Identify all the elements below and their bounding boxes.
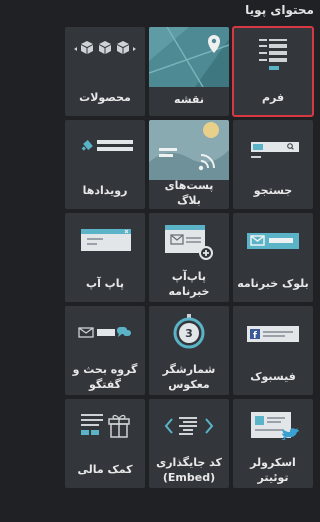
facebook-icon: f [233, 306, 313, 362]
tile-label: محصولات [79, 91, 131, 104]
tile-donation[interactable]: کمک مالی [65, 399, 145, 488]
tile-label: نقشه [174, 93, 204, 106]
tile-label: بلوک خبرنامه [237, 277, 309, 290]
tile-countdown[interactable]: 3 شمارشگر معکوس [149, 306, 229, 395]
twitter-scroller-icon [233, 399, 313, 455]
tile-popup[interactable]: پاپ آپ [65, 213, 145, 302]
tile-discussion[interactable]: گروه بحث و گفتگو [65, 306, 145, 395]
embed-code-icon [149, 399, 229, 455]
tile-newsletter-block[interactable]: بلوک خبرنامه [233, 213, 313, 302]
map-icon [149, 27, 229, 87]
tile-label: شمارشگر معکوس [162, 362, 216, 391]
tile-label: کد جایگذاری (Embed) [156, 455, 222, 484]
blog-posts-icon [149, 120, 229, 180]
tile-label: رویدادها [82, 184, 128, 197]
tile-twitter-scroller[interactable]: اسکرولر توئیتر [233, 399, 313, 488]
countdown-digit: 3 [185, 327, 193, 340]
newsletter-block-icon [233, 213, 313, 269]
tile-label: جستجو [253, 184, 293, 197]
tile-facebook[interactable]: f فیسبوک [233, 306, 313, 395]
tile-label: پاپ‌آپ خبرنامه [168, 269, 210, 298]
donation-icon [65, 399, 145, 455]
discussion-icon [65, 306, 145, 362]
newsletter-popup-icon [149, 213, 229, 269]
products-icon [65, 27, 145, 83]
svg-text:f: f [253, 331, 257, 341]
popup-icon [65, 213, 145, 269]
tile-label: فیسبوک [250, 370, 296, 383]
tile-form[interactable]: فرم [232, 26, 314, 117]
tile-products[interactable]: محصولات [65, 27, 145, 116]
countdown-icon: 3 [149, 306, 229, 362]
form-icon [233, 27, 313, 83]
tile-label: پست‌های بلاگ [164, 178, 214, 207]
tile-search[interactable]: جستجو [233, 120, 313, 209]
tile-label: کمک مالی [77, 463, 133, 476]
tile-newsletter-popup[interactable]: پاپ‌آپ خبرنامه [149, 213, 229, 302]
panel-title: محتوای پویا [245, 3, 314, 17]
tile-label: پاپ آپ [86, 277, 124, 290]
tile-label: اسکرولر توئیتر [250, 455, 296, 484]
dynamic-content-panel: محتوای پویا فرم [60, 0, 320, 522]
search-icon [233, 120, 313, 176]
tile-events[interactable]: رویدادها [65, 120, 145, 209]
tile-map[interactable]: نقشه [149, 27, 229, 116]
events-icon [65, 120, 145, 176]
tile-label: فرم [261, 91, 285, 104]
tile-embed-code[interactable]: کد جایگذاری (Embed) [149, 399, 229, 488]
widget-grid: فرم نقشه [64, 26, 314, 488]
tile-label: گروه بحث و گفتگو [72, 362, 138, 391]
tile-blog-posts[interactable]: پست‌های بلاگ [149, 120, 229, 209]
